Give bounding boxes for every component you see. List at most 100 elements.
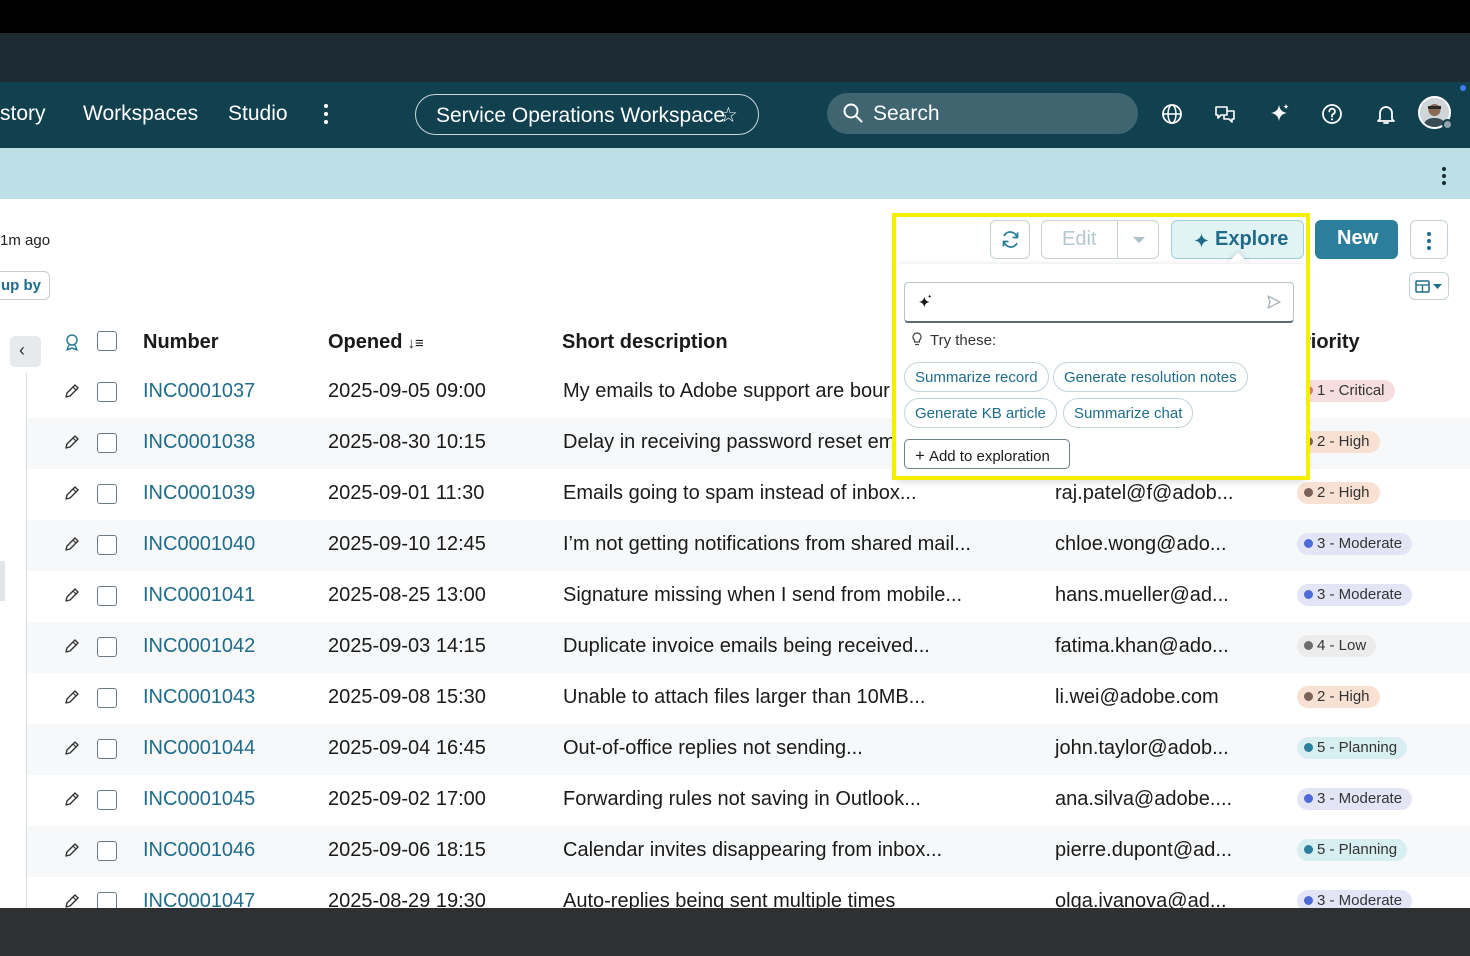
priority-badge: 4 - Low <box>1297 635 1377 657</box>
priority-dot-icon <box>1304 488 1313 497</box>
short-description-cell: Unable to attach files larger than 10MB.… <box>563 686 926 708</box>
row-checkbox[interactable] <box>97 739 117 759</box>
suggestion-summarize-record[interactable]: Summarize record <box>904 362 1049 392</box>
highlight-column-icon[interactable] <box>63 333 81 351</box>
priority-label: 2 - High <box>1317 484 1370 501</box>
opened-label: Opened <box>328 331 403 353</box>
column-header-priority[interactable]: riority <box>1303 331 1360 354</box>
row-checkbox[interactable] <box>97 535 117 555</box>
sparkle-icon[interactable] <box>1267 102 1291 126</box>
incident-number-link[interactable]: INC0001040 <box>143 533 255 556</box>
priority-label: 3 - Moderate <box>1317 892 1403 909</box>
suggestion-generate-kb-article[interactable]: Generate KB article <box>904 398 1057 428</box>
opened-cell: 2025-09-02 17:00 <box>328 788 486 810</box>
table-row[interactable]: INC0001042 2025-09-03 14:15 Duplicate invo… <box>27 622 1470 673</box>
left-panel-handle[interactable] <box>0 561 5 601</box>
row-checkbox[interactable] <box>97 790 117 810</box>
nav-link-history[interactable]: story <box>0 102 46 126</box>
tab-strip-more-icon[interactable] <box>1440 167 1448 185</box>
table-row[interactable]: INC0001043 2025-09-08 15:30 Unable to atta… <box>27 673 1470 724</box>
opened-cell: 2025-08-25 13:00 <box>328 584 486 606</box>
caller-cell: pierre.dupont@ad... <box>1055 839 1233 861</box>
row-checkbox[interactable] <box>97 433 117 453</box>
group-by-button[interactable]: up by <box>0 271 50 300</box>
chevron-down-icon <box>1133 237 1145 243</box>
list-more-button[interactable] <box>1410 220 1448 259</box>
suggestion-generate-resolution-notes[interactable]: Generate resolution notes <box>1053 362 1248 392</box>
pencil-icon[interactable] <box>64 383 80 399</box>
globe-icon[interactable] <box>1160 102 1184 126</box>
bottom-bar <box>0 908 1470 956</box>
incident-number-link[interactable]: INC0001043 <box>143 686 255 709</box>
pencil-icon[interactable] <box>64 842 80 858</box>
new-button[interactable]: New <box>1315 220 1398 259</box>
row-checkbox[interactable] <box>97 841 117 861</box>
chat-icon[interactable] <box>1213 102 1237 126</box>
nav-link-studio[interactable]: Studio <box>228 102 288 126</box>
opened-cell: 2025-09-03 14:15 <box>328 635 486 657</box>
caller-cell: john.taylor@adob... <box>1055 737 1229 759</box>
global-search[interactable]: Search <box>827 93 1138 134</box>
opened-cell: 2025-09-06 18:15 <box>328 839 486 861</box>
row-checkbox[interactable] <box>97 484 117 504</box>
short-description-cell: My emails to Adobe support are bour <box>563 380 890 402</box>
table-row[interactable]: INC0001040 2025-09-10 12:45 I’m not gettin… <box>27 520 1470 571</box>
edit-button[interactable]: Edit <box>1041 220 1118 259</box>
ai-prompt-input[interactable] <box>904 282 1294 323</box>
refresh-button[interactable] <box>990 220 1030 259</box>
incident-number-link[interactable]: INC0001045 <box>143 788 255 811</box>
pencil-icon[interactable] <box>64 689 80 705</box>
browser-bar <box>0 33 1470 82</box>
priority-dot-icon <box>1304 590 1313 599</box>
priority-dot-icon <box>1304 539 1313 548</box>
suggestion-summarize-chat[interactable]: Summarize chat <box>1063 398 1194 428</box>
edit-menu-button[interactable] <box>1117 220 1159 259</box>
priority-badge: 1 - Critical <box>1297 380 1395 402</box>
pencil-icon[interactable] <box>64 638 80 654</box>
select-all-checkbox[interactable] <box>97 331 117 351</box>
refresh-icon <box>1002 231 1019 248</box>
column-header-number[interactable]: Number <box>143 331 219 354</box>
add-to-exploration-button[interactable]: + Add to exploration <box>904 439 1070 469</box>
pencil-icon[interactable] <box>64 485 80 501</box>
bell-icon[interactable] <box>1374 102 1398 126</box>
incident-number-link[interactable]: INC0001041 <box>143 584 255 607</box>
row-checkbox[interactable] <box>97 637 117 657</box>
table-row[interactable]: INC0001046 2025-09-06 18:15 Calendar invit… <box>27 826 1470 877</box>
row-checkbox[interactable] <box>97 688 117 708</box>
search-icon <box>843 103 863 123</box>
pencil-icon[interactable] <box>64 893 80 909</box>
row-checkbox[interactable] <box>97 382 117 402</box>
workspace-pill[interactable]: Service Operations Workspace ☆ <box>415 94 759 135</box>
incident-number-link[interactable]: INC0001044 <box>143 737 255 760</box>
star-icon[interactable]: ☆ <box>719 103 738 128</box>
priority-label: 5 - Planning <box>1317 841 1398 858</box>
pencil-icon[interactable] <box>64 587 80 603</box>
help-icon[interactable] <box>1320 102 1344 126</box>
table-row[interactable]: INC0001041 2025-08-25 13:00 Signature miss… <box>27 571 1470 622</box>
table-row[interactable]: INC0001045 2025-09-02 17:00 Forwarding rul… <box>27 775 1470 826</box>
column-header-opened[interactable]: Opened ↓≡ <box>328 331 424 354</box>
incident-number-link[interactable]: INC0001037 <box>143 380 255 403</box>
view-switcher-button[interactable] <box>1409 272 1449 300</box>
pencil-icon[interactable] <box>64 434 80 450</box>
row-checkbox[interactable] <box>97 586 117 606</box>
collapse-panel-button[interactable]: ‹ <box>10 336 41 367</box>
priority-badge: 3 - Moderate <box>1297 533 1413 555</box>
incident-number-link[interactable]: INC0001039 <box>143 482 255 505</box>
short-description-cell: Forwarding rules not saving in Outlook..… <box>563 788 921 810</box>
edit-label: Edit <box>1062 228 1097 250</box>
incident-number-link[interactable]: INC0001038 <box>143 431 255 454</box>
incident-number-link[interactable]: INC0001042 <box>143 635 255 658</box>
priority-label: 5 - Planning <box>1317 739 1398 756</box>
nav-link-workspaces[interactable]: Workspaces <box>83 102 198 126</box>
send-icon[interactable] <box>1267 295 1281 309</box>
pencil-icon[interactable] <box>64 536 80 552</box>
priority-label: 3 - Moderate <box>1317 586 1403 603</box>
incident-number-link[interactable]: INC0001046 <box>143 839 255 862</box>
column-header-short-description[interactable]: Short description <box>562 331 728 354</box>
pencil-icon[interactable] <box>64 740 80 756</box>
nav-more-icon[interactable] <box>318 104 334 126</box>
table-row[interactable]: INC0001044 2025-09-04 16:45 Out-of-office … <box>27 724 1470 775</box>
pencil-icon[interactable] <box>64 791 80 807</box>
